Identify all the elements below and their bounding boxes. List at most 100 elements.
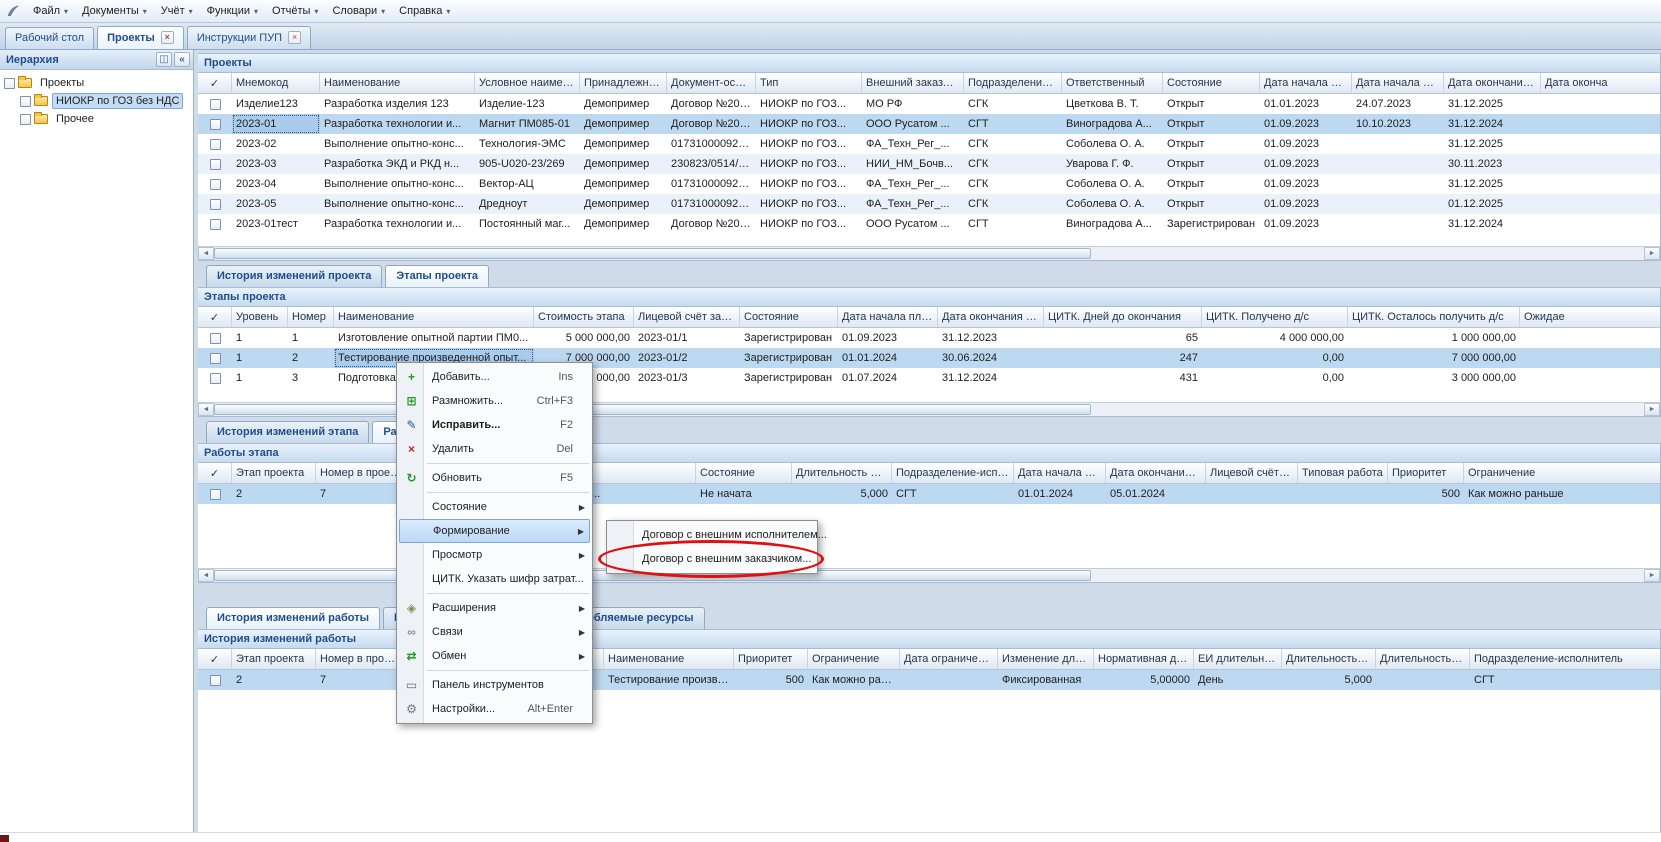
- tab-project-stages[interactable]: Этапы проекта: [385, 265, 489, 287]
- table-cell[interactable]: 1: [232, 368, 288, 388]
- table-cell[interactable]: НИОКР по ГОЗ...: [756, 94, 862, 114]
- table-cell[interactable]: [1541, 214, 1660, 234]
- table-cell[interactable]: 30.11.2023: [1444, 154, 1541, 174]
- table-cell[interactable]: [1541, 134, 1660, 154]
- table-cell[interactable]: [1206, 484, 1298, 504]
- column-header[interactable]: Лицевой счёт затр: [1206, 463, 1298, 483]
- table-cell[interactable]: [1520, 348, 1660, 368]
- table-cell[interactable]: 24.07.2023: [1352, 94, 1444, 114]
- projects-horizontal-scrollbar[interactable]: ◄ ►: [198, 246, 1660, 260]
- table-cell[interactable]: Изделие123: [232, 94, 320, 114]
- table-cell[interactable]: Тестирование произведенной опыт...: [604, 670, 734, 690]
- table-cell[interactable]: Договор №202...: [667, 114, 756, 134]
- table-cell[interactable]: НИИ_НМ_Бочв...: [862, 154, 964, 174]
- table-cell[interactable]: [1352, 154, 1444, 174]
- table-cell[interactable]: Виноградова А...: [1062, 214, 1163, 234]
- column-header[interactable]: Ограничение: [808, 649, 900, 669]
- column-header[interactable]: ЦИТК. Дней до окончания: [1044, 307, 1202, 327]
- menu-item-toolbar-panel[interactable]: ▭ Панель инструментов: [399, 673, 590, 697]
- table-cell[interactable]: Открыт: [1163, 154, 1260, 174]
- table-cell[interactable]: СГТ: [964, 114, 1062, 134]
- table-cell[interactable]: 05.01.2024: [1106, 484, 1206, 504]
- table-cell[interactable]: НИОКР по ГОЗ...: [756, 214, 862, 234]
- table-cell[interactable]: 017310000922...: [667, 174, 756, 194]
- menu-item-contract-external-executor[interactable]: Договор с внешним исполнителем...: [609, 523, 815, 547]
- table-cell[interactable]: ФА_Техн_Рег_...: [862, 134, 964, 154]
- table-cell[interactable]: СГК: [964, 194, 1062, 214]
- table-row[interactable]: 2023-01Разработка технологии и...Магнит …: [198, 114, 1660, 134]
- table-cell[interactable]: 2023-02: [232, 134, 320, 154]
- table-cell[interactable]: 2023-01тест: [232, 214, 320, 234]
- row-checkbox[interactable]: [210, 119, 221, 130]
- table-cell[interactable]: Разработка технологии и...: [320, 114, 475, 134]
- table-cell[interactable]: 31.12.2024: [1444, 114, 1541, 134]
- menu-item-refresh[interactable]: ↻ Обновить F5: [399, 466, 590, 490]
- column-header[interactable]: ЦИТК. Осталось получить д/с: [1348, 307, 1520, 327]
- scroll-thumb[interactable]: [214, 248, 1091, 259]
- table-cell[interactable]: [1352, 174, 1444, 194]
- table-cell[interactable]: 2023-05: [232, 194, 320, 214]
- menu-item-settings[interactable]: ⚙ Настройки... Alt+Enter: [399, 697, 590, 721]
- table-cell[interactable]: 905-U020-23/269: [475, 154, 580, 174]
- scroll-left-button[interactable]: ◄: [198, 247, 214, 260]
- table-cell[interactable]: [1541, 154, 1660, 174]
- column-header[interactable]: Изменение длительности: [998, 649, 1094, 669]
- table-cell[interactable]: 31.12.2024: [938, 368, 1044, 388]
- row-checkbox[interactable]: [210, 99, 221, 110]
- column-header[interactable]: Условное наименование: [475, 73, 580, 93]
- table-cell[interactable]: 10.10.2023: [1352, 114, 1444, 134]
- column-header[interactable]: Подразделение-исполнитель: [892, 463, 1014, 483]
- row-checkbox[interactable]: [210, 159, 221, 170]
- table-cell[interactable]: 017310000922...: [667, 194, 756, 214]
- table-cell[interactable]: Открыт: [1163, 94, 1260, 114]
- table-cell[interactable]: 5,000: [792, 484, 892, 504]
- menu-item-links[interactable]: ∞ Связи ▶: [399, 620, 590, 644]
- row-checkbox[interactable]: [210, 333, 221, 344]
- table-row[interactable]: 2023-02Выполнение опытно-конс...Технолог…: [198, 134, 1660, 154]
- table-cell[interactable]: 01.09.2023: [1260, 174, 1352, 194]
- table-cell[interactable]: Зарегистрирован: [740, 328, 838, 348]
- column-header[interactable]: Тип: [756, 73, 862, 93]
- scroll-left-button[interactable]: ◄: [198, 403, 214, 416]
- table-cell[interactable]: [1298, 484, 1388, 504]
- table-cell[interactable]: 2023-01/1: [634, 328, 740, 348]
- table-cell[interactable]: 7: [316, 670, 404, 690]
- table-cell[interactable]: Фиксированная: [998, 670, 1094, 690]
- menu-item-exchange[interactable]: ⇄ Обмен ▶: [399, 644, 590, 668]
- table-row[interactable]: 2023-03Разработка ЭКД и РКД н...905-U020…: [198, 154, 1660, 174]
- table-cell[interactable]: Виноградова А...: [1062, 114, 1163, 134]
- column-header[interactable]: Нормативная длительность: [1094, 649, 1194, 669]
- table-cell[interactable]: 01.01.2023: [1260, 94, 1352, 114]
- row-checkbox[interactable]: [210, 353, 221, 364]
- column-header[interactable]: Приоритет: [1388, 463, 1464, 483]
- table-cell[interactable]: Зарегистрирован: [1163, 214, 1260, 234]
- table-cell[interactable]: Демопример: [580, 194, 667, 214]
- table-cell[interactable]: 31.12.2025: [1444, 134, 1541, 154]
- column-header[interactable]: Подразделение-исполнитель: [1470, 649, 1660, 669]
- table-cell[interactable]: НИОКР по ГОЗ...: [756, 114, 862, 134]
- table-cell[interactable]: ООО Русатом ...: [862, 214, 964, 234]
- table-cell[interactable]: 1 000 000,00: [1348, 328, 1520, 348]
- table-cell[interactable]: [1520, 328, 1660, 348]
- column-header[interactable]: Дата оконча: [1541, 73, 1660, 93]
- column-header[interactable]: Состояние: [740, 307, 838, 327]
- table-cell[interactable]: ФА_Техн_Рег_...: [862, 174, 964, 194]
- table-cell[interactable]: 31.12.2024: [1444, 214, 1541, 234]
- table-cell[interactable]: 5 000 000,00: [534, 328, 634, 348]
- row-checkbox[interactable]: [210, 139, 221, 150]
- column-header[interactable]: Этап проекта: [232, 463, 316, 483]
- tree-checkbox[interactable]: [20, 114, 31, 125]
- table-cell[interactable]: 30.06.2024: [938, 348, 1044, 368]
- table-cell[interactable]: 431: [1044, 368, 1202, 388]
- column-header[interactable]: Номер: [288, 307, 334, 327]
- table-cell[interactable]: [1352, 194, 1444, 214]
- tree-item[interactable]: НИОКР по ГОЗ без НДС: [18, 92, 191, 110]
- table-cell[interactable]: СГК: [964, 134, 1062, 154]
- table-cell[interactable]: Разработка технологии и...: [320, 214, 475, 234]
- table-cell[interactable]: 01.01.2024: [838, 348, 938, 368]
- table-cell[interactable]: 65: [1044, 328, 1202, 348]
- column-header[interactable]: Дата начала план.: [1260, 73, 1352, 93]
- table-cell[interactable]: Демопример: [580, 214, 667, 234]
- table-cell[interactable]: 1: [232, 348, 288, 368]
- table-cell[interactable]: Договор №202...: [667, 94, 756, 114]
